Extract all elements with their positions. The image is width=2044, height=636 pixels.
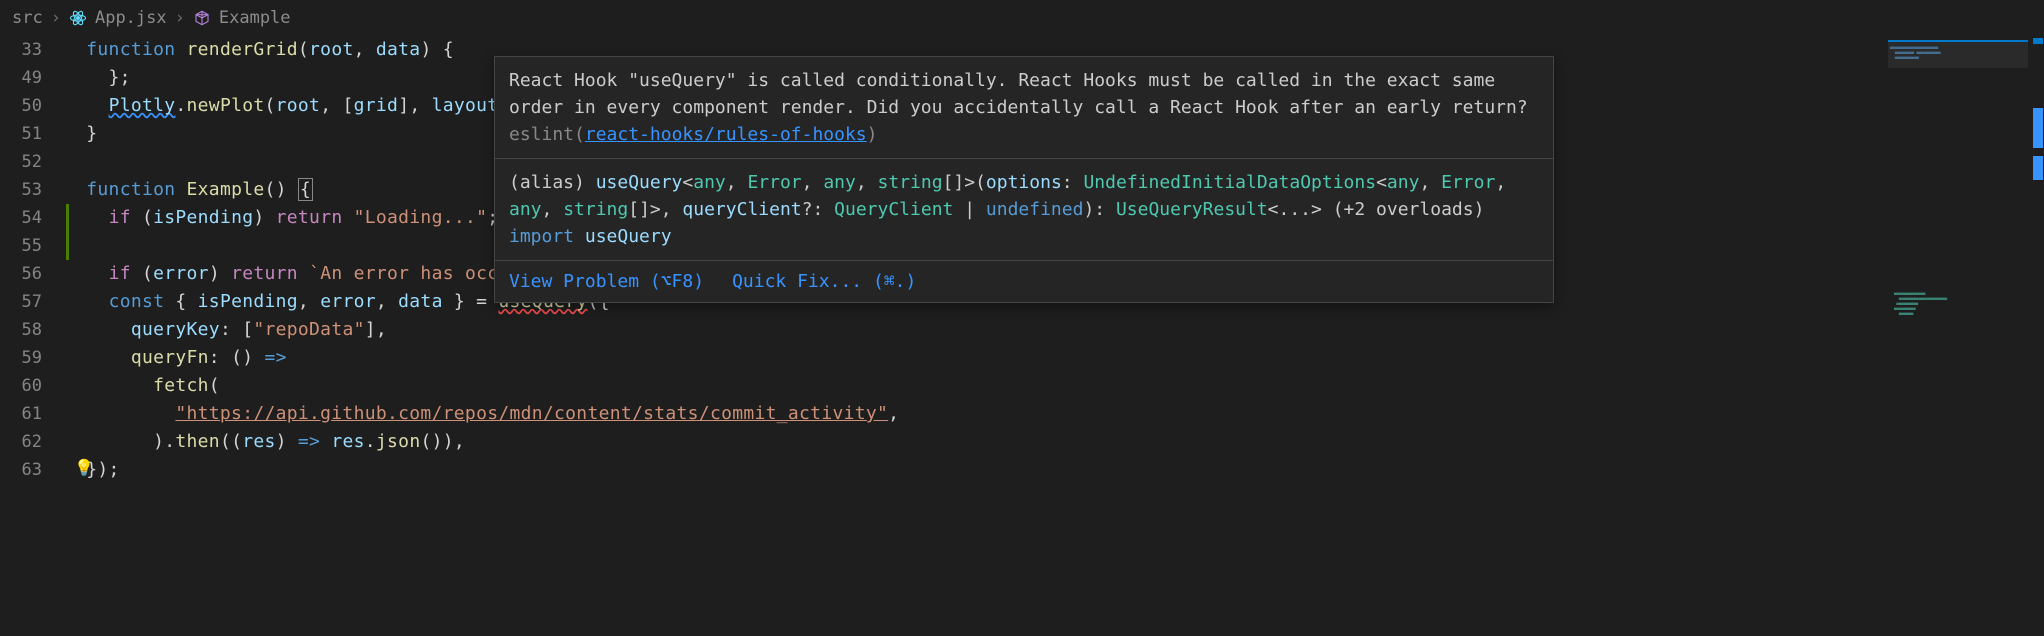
code-line[interactable]: 62 ).then((res) => res.json()), xyxy=(0,428,2044,456)
lightbulb-icon[interactable]: 💡 xyxy=(74,454,94,482)
code-content[interactable]: "https://api.github.com/repos/mdn/conten… xyxy=(64,400,899,428)
line-number: 55 xyxy=(0,232,64,260)
line-number: 54 xyxy=(0,204,64,232)
line-number: 56 xyxy=(0,260,64,288)
line-number: 52 xyxy=(0,148,64,176)
hover-tooltip: React Hook "useQuery" is called conditio… xyxy=(494,56,1554,303)
code-content[interactable]: function renderGrid(root, data) { xyxy=(64,36,454,64)
view-problem-button[interactable]: View Problem (⌥F8) xyxy=(509,271,704,292)
breadcrumb-file[interactable]: App.jsx xyxy=(95,8,167,28)
quick-fix-button[interactable]: Quick Fix... (⌘.) xyxy=(732,271,916,292)
line-number: 60 xyxy=(0,372,64,400)
ruler-mod-mark[interactable] xyxy=(2033,108,2043,148)
line-number: 50 xyxy=(0,92,64,120)
code-line[interactable]: 63 });💡 xyxy=(0,456,2044,484)
code-content[interactable]: if (error) return `An error has occ xyxy=(64,260,498,288)
code-content[interactable]: }; xyxy=(64,64,131,92)
code-line[interactable]: 61 "https://api.github.com/repos/mdn/con… xyxy=(0,400,2044,428)
symbol-variable-icon xyxy=(193,9,211,27)
hover-actions: View Problem (⌥F8) Quick Fix... (⌘.) xyxy=(495,260,1553,302)
chevron-right-icon: › xyxy=(175,8,185,28)
line-number: 51 xyxy=(0,120,64,148)
line-number: 53 xyxy=(0,176,64,204)
breadcrumb-folder[interactable]: src xyxy=(12,8,43,28)
line-number: 61 xyxy=(0,400,64,428)
line-number: 59 xyxy=(0,344,64,372)
hover-problem-message: React Hook "useQuery" is called conditio… xyxy=(495,57,1553,158)
line-number: 58 xyxy=(0,316,64,344)
code-content[interactable]: Plotly.newPlot(root, [grid], layout xyxy=(64,92,498,120)
line-number: 62 xyxy=(0,428,64,456)
overview-ruler[interactable] xyxy=(2030,36,2044,636)
ruler-info-mark[interactable] xyxy=(2033,38,2043,44)
line-number: 33 xyxy=(0,36,64,64)
code-content[interactable]: queryKey: ["repoData"], xyxy=(64,316,387,344)
code-content[interactable]: } xyxy=(64,120,97,148)
code-content[interactable]: function Example() { xyxy=(64,176,313,204)
code-line[interactable]: 60 fetch( xyxy=(0,372,2044,400)
code-content[interactable]: queryFn: () => xyxy=(64,344,287,372)
modified-gutter-bar xyxy=(66,232,69,260)
minimap[interactable]: ▄▄▄▄▄▄▄▄▄▄▄▄▄▄▄▄▄▄▄▄ ▄▄▄▄▄▄▄▄ ▄▄▄▄▄▄▄▄▄▄… xyxy=(1888,40,2028,620)
breadcrumb[interactable]: src › App.jsx › Example xyxy=(0,0,2044,36)
react-icon xyxy=(69,9,87,27)
code-content[interactable]: fetch( xyxy=(64,372,220,400)
line-number: 49 xyxy=(0,64,64,92)
code-content[interactable]: ).then((res) => res.json()), xyxy=(64,428,465,456)
breadcrumb-symbol[interactable]: Example xyxy=(219,8,291,28)
code-content[interactable]: if (isPending) return "Loading..."; xyxy=(64,204,498,232)
modified-gutter-bar xyxy=(66,204,69,232)
chevron-right-icon: › xyxy=(51,8,61,28)
line-number: 57 xyxy=(0,288,64,316)
code-line[interactable]: 58 queryKey: ["repoData"], xyxy=(0,316,2044,344)
ruler-mod-mark[interactable] xyxy=(2033,156,2043,180)
code-line[interactable]: 59 queryFn: () => xyxy=(0,344,2044,372)
line-number: 63 xyxy=(0,456,64,484)
eslint-rule-link[interactable]: react-hooks/rules-of-hooks xyxy=(585,124,867,145)
hover-signature: (alias) useQuery<any, Error, any, string… xyxy=(495,158,1553,260)
